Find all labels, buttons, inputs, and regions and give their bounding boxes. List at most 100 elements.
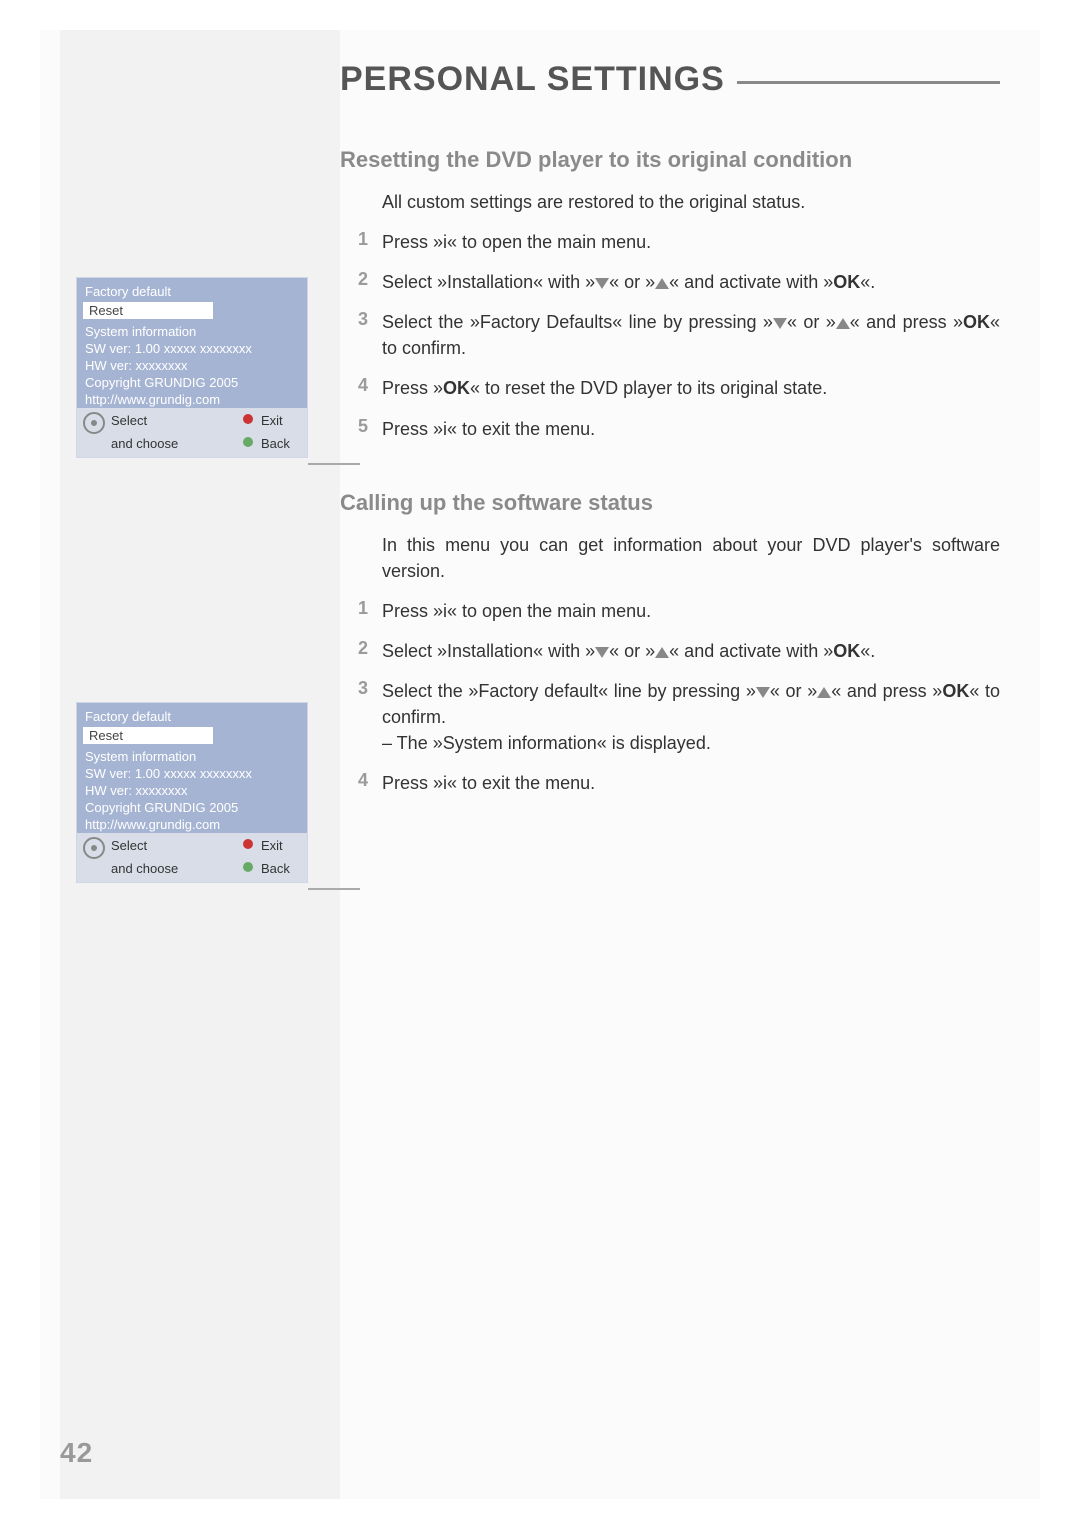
step-text: « and press » bbox=[850, 312, 963, 332]
osd-copyright: Copyright GRUNDIG 2005 bbox=[77, 374, 307, 391]
triangle-up-icon bbox=[836, 318, 850, 329]
step-number: 2 bbox=[340, 269, 382, 290]
step-text: « to reset the DVD player to its origina… bbox=[470, 378, 827, 398]
back-icon bbox=[243, 861, 261, 876]
step-text: Press »i« to open the main menu. bbox=[382, 601, 651, 621]
osd-url: http://www.grundig.com bbox=[77, 816, 307, 833]
step-body: Select the »Factory default« line by pre… bbox=[382, 678, 1000, 756]
step-row: 4 Press »i« to exit the menu. bbox=[340, 770, 1000, 796]
step-body: Select the »Factory Defaults« line by pr… bbox=[382, 309, 1000, 361]
triangle-down-icon bbox=[595, 278, 609, 289]
step-row: 1 Press »i« to open the main menu. bbox=[340, 229, 1000, 255]
step-row: 3 Select the »Factory default« line by p… bbox=[340, 678, 1000, 756]
step-number: 3 bbox=[340, 678, 382, 699]
osd-title: Factory default bbox=[77, 282, 307, 302]
ok-label: OK bbox=[942, 681, 969, 701]
exit-icon bbox=[243, 838, 261, 853]
ok-label: OK bbox=[443, 378, 470, 398]
step-text: Press » bbox=[382, 378, 443, 398]
page-number: 42 bbox=[60, 1437, 93, 1469]
triangle-down-icon bbox=[595, 647, 609, 658]
ok-label: OK bbox=[833, 641, 860, 661]
step-row: 4 Press »OK« to reset the DVD player to … bbox=[340, 375, 1000, 401]
osd-and-choose-label: and choose bbox=[111, 861, 243, 876]
step-body: Press »i« to exit the menu. bbox=[382, 416, 1000, 442]
osd-sw-version: SW ver: 1.00 xxxxx xxxxxxxx bbox=[77, 340, 307, 357]
step-body: Press »OK« to reset the DVD player to it… bbox=[382, 375, 1000, 401]
step-text: – The »System information« is displayed. bbox=[382, 733, 711, 753]
osd-hw-version: HW ver: xxxxxxxx bbox=[77, 357, 307, 374]
step-body: Press »i« to open the main menu. bbox=[382, 598, 1000, 624]
step-number: 3 bbox=[340, 309, 382, 330]
step-body: Press »i« to exit the menu. bbox=[382, 770, 1000, 796]
triangle-up-icon bbox=[655, 278, 669, 289]
step-text: « or » bbox=[609, 272, 655, 292]
section-heading-reset: Resetting the DVD player to its original… bbox=[340, 147, 1000, 173]
step-text: « and activate with » bbox=[669, 641, 833, 661]
section2-intro: In this menu you can get information abo… bbox=[382, 532, 1000, 584]
connector-line bbox=[308, 888, 360, 890]
step-number: 5 bbox=[340, 416, 382, 437]
step-number: 4 bbox=[340, 770, 382, 791]
triangle-up-icon bbox=[655, 647, 669, 658]
step-body: Select »Installation« with » « or » « and … bbox=[382, 638, 1000, 664]
ok-label: OK bbox=[963, 312, 990, 332]
section1-intro: All custom settings are restored to the … bbox=[382, 189, 1000, 215]
step-text: Select the »Factory Defaults« line by pr… bbox=[382, 312, 773, 332]
step-number: 1 bbox=[340, 598, 382, 619]
step-row: 2 Select »Installation« with » « or » « an… bbox=[340, 638, 1000, 664]
title-rule bbox=[737, 81, 1000, 84]
triangle-down-icon bbox=[756, 687, 770, 698]
step-text: Select »Installation« with » bbox=[382, 272, 595, 292]
osd-footer: Select Exit and choose Back bbox=[77, 408, 307, 457]
osd-back-label: Back bbox=[261, 861, 301, 876]
osd-select-label: Select bbox=[111, 413, 243, 428]
ok-label: OK bbox=[833, 272, 860, 292]
step-number: 1 bbox=[340, 229, 382, 250]
osd-reset-item: Reset bbox=[83, 727, 213, 744]
step-number: 4 bbox=[340, 375, 382, 396]
osd-system-info: System information bbox=[77, 748, 307, 765]
osd-exit-label: Exit bbox=[261, 838, 301, 853]
step-body: Select »Installation« with » « or » « and … bbox=[382, 269, 1000, 295]
page-title-text: PERSONAL SETTINGS bbox=[340, 60, 725, 99]
section-heading-software-status: Calling up the software status bbox=[340, 490, 1000, 516]
osd-reset-item: Reset bbox=[83, 302, 213, 319]
step-text: « or » bbox=[609, 641, 655, 661]
step-row: 2 Select »Installation« with » « or » « an… bbox=[340, 269, 1000, 295]
step-text: Press »i« to exit the menu. bbox=[382, 419, 595, 439]
step-text: Select »Installation« with » bbox=[382, 641, 595, 661]
step-text: « or » bbox=[770, 681, 817, 701]
osd-copyright: Copyright GRUNDIG 2005 bbox=[77, 799, 307, 816]
osd-sw-version: SW ver: 1.00 xxxxx xxxxxxxx bbox=[77, 765, 307, 782]
page: 42 Factory default Reset System informat… bbox=[40, 30, 1040, 1499]
osd-system-info: System information bbox=[77, 323, 307, 340]
step-row: 1 Press »i« to open the main menu. bbox=[340, 598, 1000, 624]
step-text: « or » bbox=[787, 312, 836, 332]
osd-and-choose-label: and choose bbox=[111, 436, 243, 451]
osd-title: Factory default bbox=[77, 707, 307, 727]
osd-url: http://www.grundig.com bbox=[77, 391, 307, 408]
page-title: PERSONAL SETTINGS bbox=[340, 60, 1000, 99]
step-text: « and press » bbox=[831, 681, 942, 701]
osd-hw-version: HW ver: xxxxxxxx bbox=[77, 782, 307, 799]
step-text: «. bbox=[860, 641, 875, 661]
osd-exit-label: Exit bbox=[261, 413, 301, 428]
nav-wheel-icon bbox=[83, 412, 105, 434]
osd-panel-factory-default-2: Factory default Reset System information… bbox=[76, 702, 308, 883]
step-text: «. bbox=[860, 272, 875, 292]
step-row: 3 Select the »Factory Defaults« line by … bbox=[340, 309, 1000, 361]
step-number: 2 bbox=[340, 638, 382, 659]
osd-footer: Select Exit and choose Back bbox=[77, 833, 307, 882]
osd-panel-factory-default-1: Factory default Reset System information… bbox=[76, 277, 308, 458]
triangle-up-icon bbox=[817, 687, 831, 698]
step-text: Press »i« to exit the menu. bbox=[382, 773, 595, 793]
step-row: 5 Press »i« to exit the menu. bbox=[340, 416, 1000, 442]
step-text: Select the »Factory default« line by pre… bbox=[382, 681, 756, 701]
step-text: Press »i« to open the main menu. bbox=[382, 232, 651, 252]
step-body: Press »i« to open the main menu. bbox=[382, 229, 1000, 255]
osd-select-label: Select bbox=[111, 838, 243, 853]
triangle-down-icon bbox=[773, 318, 787, 329]
step-text: « and activate with » bbox=[669, 272, 833, 292]
nav-wheel-icon bbox=[83, 837, 105, 859]
